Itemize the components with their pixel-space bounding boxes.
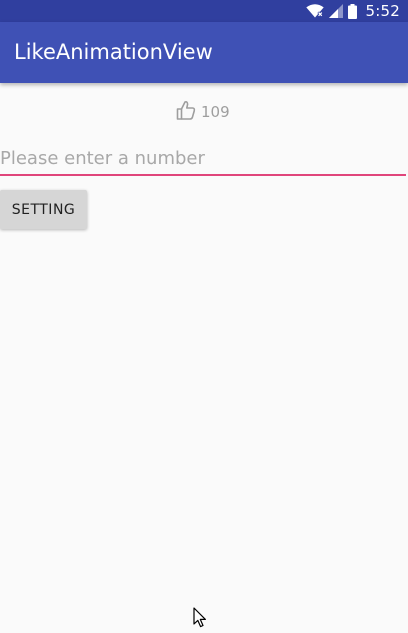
like-count: 109 <box>201 103 230 121</box>
battery-icon <box>347 3 357 19</box>
status-icons: 5:52 <box>305 0 400 22</box>
status-time: 5:52 <box>365 2 400 20</box>
number-input[interactable] <box>0 143 406 176</box>
thumbs-up-icon <box>175 99 197 126</box>
mouse-cursor-icon <box>193 607 207 633</box>
setting-button[interactable]: SETTING <box>0 190 87 229</box>
signal-icon <box>328 4 343 18</box>
wifi-icon <box>305 4 324 18</box>
app-title: LikeAnimationView <box>14 40 213 64</box>
like-animation-view[interactable]: 109 <box>175 99 230 126</box>
app-bar: LikeAnimationView <box>0 22 408 83</box>
status-bar: 5:52 <box>0 0 408 22</box>
